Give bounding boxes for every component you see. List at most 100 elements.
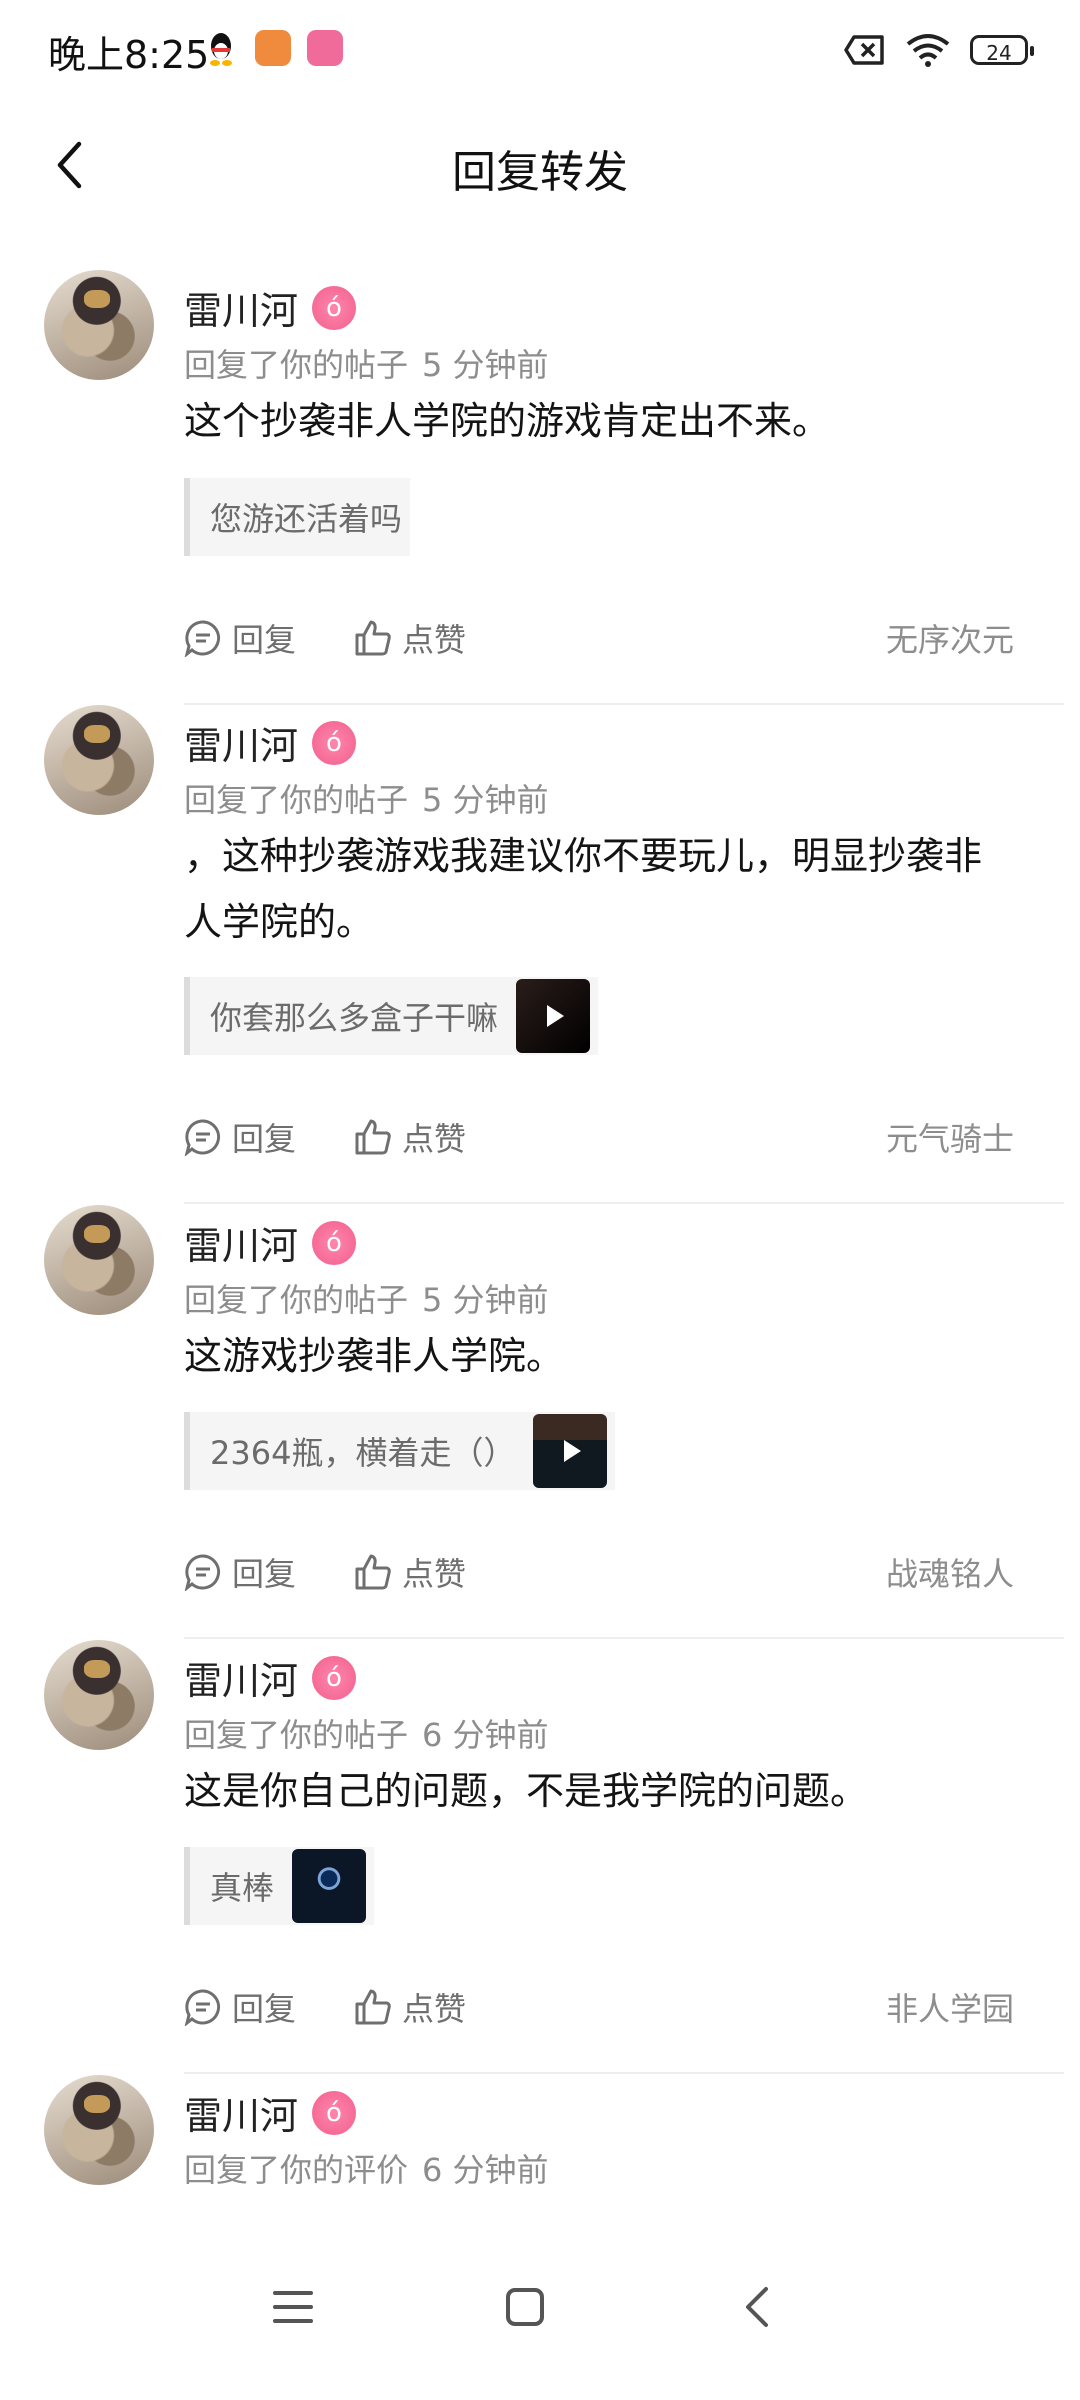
user-level-badge: ó — [312, 1220, 357, 1265]
reply-button[interactable]: 回复 — [184, 1549, 296, 1595]
app-icon — [255, 30, 291, 66]
reply-time: 6 分钟前 — [422, 2151, 549, 2189]
comment-icon — [184, 1119, 221, 1156]
reply-content[interactable]: 这个抄袭非人学院的游戏肯定出不来。 — [184, 388, 1004, 454]
game-name[interactable]: 元气骑士 — [886, 1114, 1014, 1160]
avatar[interactable] — [44, 2075, 154, 2185]
like-label: 点赞 — [402, 1555, 467, 1593]
reply-button[interactable]: 回复 — [184, 615, 296, 661]
game-name[interactable]: 无序次元 — [886, 615, 1014, 661]
thumbs-up-icon — [355, 620, 391, 656]
list-item[interactable]: 雷川河 ó 回复了你的帖子 5 分钟前 这游戏抄袭非人学院。 2364瓶，横着走（… — [0, 1205, 1080, 1640]
action-row: 回复 点赞 非人学园 — [184, 1977, 1014, 2037]
back-nav-button[interactable] — [722, 2272, 792, 2342]
reply-button[interactable]: 回复 — [184, 1984, 296, 2030]
reply-button[interactable]: 回复 — [184, 1114, 296, 1160]
avatar[interactable] — [44, 1205, 154, 1315]
reply-label: 回复 — [232, 1120, 297, 1158]
quoted-post[interactable]: 您游还活着吗 — [184, 478, 411, 556]
avatar[interactable] — [44, 705, 154, 815]
menu-icon — [273, 2291, 313, 2323]
list-item[interactable]: 雷川河 ó 回复了你的评价 6 分钟前 — [0, 2075, 1080, 2225]
status-bar: 晚上8:25 24 — [0, 0, 1080, 100]
bilibili-icon — [307, 30, 343, 66]
status-time: 晚上8:25 — [48, 33, 210, 77]
avatar[interactable] — [44, 270, 154, 380]
menu-button[interactable] — [258, 2272, 328, 2342]
divider — [184, 1202, 1064, 1204]
reply-action: 回复了你的评价 — [184, 2151, 409, 2189]
reply-time: 5 分钟前 — [422, 1281, 549, 1319]
back-triangle-icon — [746, 2287, 768, 2327]
reply-action: 回复了你的帖子 — [184, 781, 409, 819]
home-square-icon — [506, 2288, 544, 2326]
video-thumbnail[interactable] — [516, 979, 591, 1053]
reply-content[interactable]: 这游戏抄袭非人学院。 — [184, 1323, 1004, 1389]
battery-icon: 24 — [970, 35, 1034, 65]
like-button[interactable]: 点赞 — [354, 1984, 466, 2030]
user-name[interactable]: 雷川河 — [184, 1215, 298, 1270]
reply-meta: 回复了你的帖子 5 分钟前 — [184, 775, 549, 821]
status-right: 24 — [844, 30, 1034, 70]
divider — [184, 1637, 1064, 1639]
user-level-badge: ó — [312, 1655, 357, 1700]
like-button[interactable]: 点赞 — [354, 615, 466, 661]
quoted-text: 您游还活着吗 — [210, 500, 403, 538]
reply-label: 回复 — [232, 621, 297, 659]
quoted-post[interactable]: 2364瓶，横着走（） — [184, 1412, 616, 1490]
action-row: 回复 点赞 战魂铭人 — [184, 1542, 1014, 1602]
qq-icon — [210, 33, 232, 66]
system-nav-bar — [0, 2220, 1080, 2400]
list-item[interactable]: 雷川河 ó 回复了你的帖子 6 分钟前 这是你自己的问题，不是我学院的问题。 真棒… — [0, 1640, 1080, 2075]
user-level-badge: ó — [312, 285, 357, 330]
play-icon — [564, 1440, 582, 1462]
reply-action: 回复了你的帖子 — [184, 1716, 409, 1754]
list-item[interactable]: 雷川河 ó 回复了你的帖子 5 分钟前 ，这种抄袭游戏我建议你不要玩儿，明显抄袭非… — [0, 705, 1080, 1205]
thumbs-up-icon — [355, 1554, 391, 1590]
comment-icon — [184, 620, 221, 657]
action-row: 回复 点赞 元气骑士 — [184, 1107, 1014, 1167]
reply-action: 回复了你的帖子 — [184, 1281, 409, 1319]
comment-icon — [184, 1989, 221, 2026]
header: 回复转发 — [0, 110, 1080, 220]
quoted-text: 真棒 — [210, 1869, 275, 1907]
user-name[interactable]: 雷川河 — [184, 280, 298, 335]
reply-meta: 回复了你的帖子 6 分钟前 — [184, 1710, 549, 1756]
reply-content[interactable]: ，这种抄袭游戏我建议你不要玩儿，明显抄袭非人学院的。 — [184, 823, 1004, 955]
user-name[interactable]: 雷川河 — [184, 1650, 298, 1705]
video-thumbnail[interactable] — [533, 1414, 608, 1488]
thumbs-up-icon — [355, 1119, 391, 1155]
avatar[interactable] — [44, 1640, 154, 1750]
home-button[interactable] — [490, 2272, 560, 2342]
like-button[interactable]: 点赞 — [354, 1549, 466, 1595]
user-name[interactable]: 雷川河 — [184, 715, 298, 770]
reply-time: 5 分钟前 — [422, 346, 549, 384]
quoted-text: 你套那么多盒子干嘛 — [210, 999, 499, 1037]
user-level-badge: ó — [312, 2090, 357, 2135]
list-item[interactable]: 雷川河 ó 回复了你的帖子 5 分钟前 这个抄袭非人学院的游戏肯定出不来。 您游还… — [0, 270, 1080, 705]
user-level-badge: ó — [312, 720, 357, 765]
quoted-text: 2364瓶，横着走（） — [210, 1434, 516, 1472]
reply-action: 回复了你的帖子 — [184, 346, 409, 384]
comment-icon — [184, 1554, 221, 1591]
page-title: 回复转发 — [452, 147, 628, 198]
reply-meta: 回复了你的帖子 5 分钟前 — [184, 340, 549, 386]
quoted-post[interactable]: 你套那么多盒子干嘛 — [184, 977, 599, 1055]
quoted-post[interactable]: 真棒 — [184, 1847, 375, 1925]
reply-content[interactable]: 这是你自己的问题，不是我学院的问题。 — [184, 1758, 1004, 1824]
reply-label: 回复 — [232, 1555, 297, 1593]
user-name[interactable]: 雷川河 — [184, 2085, 298, 2140]
like-label: 点赞 — [402, 621, 467, 659]
thumbs-up-icon — [355, 1989, 391, 2025]
game-name[interactable]: 非人学园 — [886, 1984, 1014, 2030]
like-button[interactable]: 点赞 — [354, 1114, 466, 1160]
reply-label: 回复 — [232, 1990, 297, 2028]
image-thumbnail[interactable] — [292, 1849, 367, 1923]
reply-meta: 回复了你的评价 6 分钟前 — [184, 2145, 549, 2191]
like-label: 点赞 — [402, 1990, 467, 2028]
like-label: 点赞 — [402, 1120, 467, 1158]
divider — [184, 2072, 1064, 2074]
game-name[interactable]: 战魂铭人 — [886, 1549, 1014, 1595]
play-icon — [547, 1005, 565, 1027]
no-sim-icon — [844, 35, 884, 65]
